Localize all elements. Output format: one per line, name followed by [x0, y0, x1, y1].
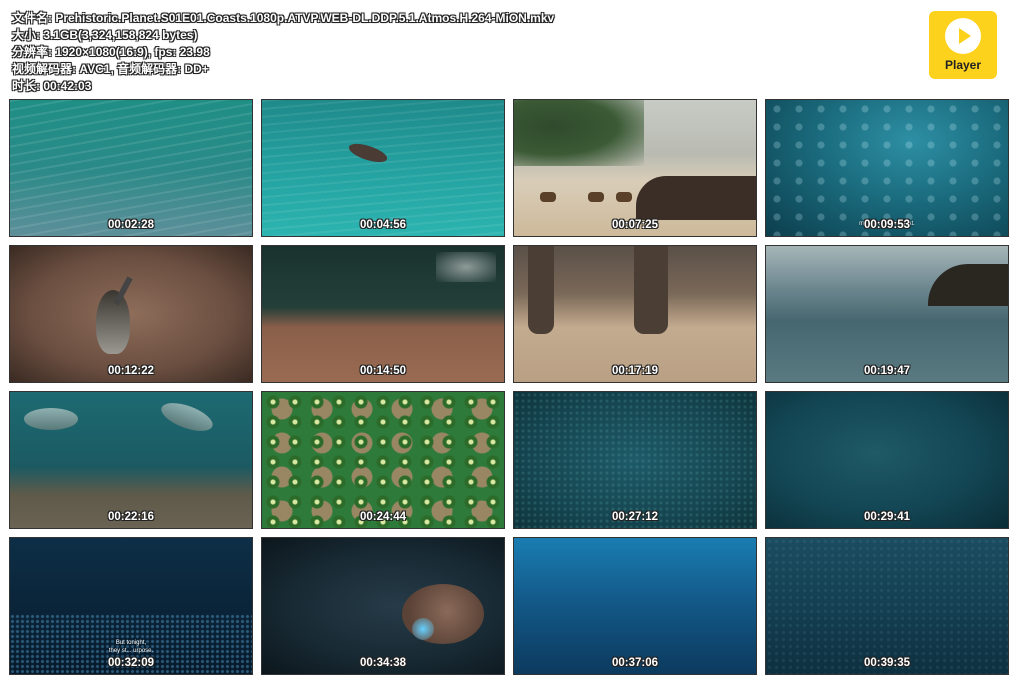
timestamp: 00:19:47 — [863, 365, 911, 377]
thumbnail: But tonight, they st... urpose. 00:32:09 — [9, 537, 253, 675]
leg — [528, 246, 554, 334]
timestamp: 00:29:41 — [863, 511, 911, 523]
timestamp: 00:09:53 — [863, 219, 911, 231]
thumbnail: 00:02:28 — [9, 99, 253, 237]
logo-label: Player — [944, 58, 982, 72]
island — [928, 264, 1008, 306]
thumbnail: makes th... d habitat. 00:09:53 — [765, 99, 1009, 237]
file-info-header: 文件名: Prehistoric.Planet.S01E01.Coasts.10… — [12, 10, 554, 95]
subtitle: they st... urpose. — [108, 648, 154, 654]
size-line: 大小: 3.1GB(3,324,158,824 bytes) — [12, 28, 198, 42]
timestamp: 00:17:19 — [611, 365, 659, 377]
timestamp: 00:32:09 — [107, 657, 155, 669]
subtitle: But tonight, — [115, 640, 147, 646]
thumbnail-grid: 00:02:28 00:04:56 00:07:25 makes th... d… — [9, 99, 1009, 675]
thumbnail: 00:37:06 — [513, 537, 757, 675]
resolution-line: 分辨率: 1920×1080(16:9), fps: 23.98 — [12, 45, 210, 59]
timestamp: 00:02:28 — [107, 219, 155, 231]
swimming-creature — [346, 140, 390, 166]
thumbnail: 00:29:41 — [765, 391, 1009, 529]
timestamp: 00:39:35 — [863, 657, 911, 669]
forest — [514, 100, 644, 166]
thumbnail: 00:04:56 — [261, 99, 505, 237]
timestamp: 00:37:06 — [611, 657, 659, 669]
timestamp: 00:22:16 — [107, 511, 155, 523]
dolphin — [157, 397, 217, 437]
timestamp: 00:24:44 — [359, 511, 407, 523]
timestamp: 00:12:22 — [107, 365, 155, 377]
thumbnail: 00:24:44 — [261, 391, 505, 529]
thumbnail: 00:39:35 — [765, 537, 1009, 675]
animal — [616, 192, 632, 202]
dolphin — [24, 408, 78, 430]
thumbnail: 00:07:25 — [513, 99, 757, 237]
animal — [540, 192, 556, 202]
timestamp: 00:34:38 — [359, 657, 407, 669]
play-icon — [945, 18, 981, 54]
timestamp: 00:07:25 — [611, 219, 659, 231]
codec-line: 视频解码器: AVC1, 音频解码器: DD+ — [12, 62, 209, 76]
timestamp: 00:04:56 — [359, 219, 407, 231]
bioluminescence — [412, 618, 434, 640]
timestamp: 00:27:12 — [611, 511, 659, 523]
animal — [588, 192, 604, 202]
rock — [636, 176, 756, 220]
bird — [96, 290, 130, 354]
thumbnail: 00:17:19 — [513, 245, 757, 383]
thumbnail: 00:22:16 — [9, 391, 253, 529]
thumbnail: 00:27:12 — [513, 391, 757, 529]
timestamp: 00:14:50 — [359, 365, 407, 377]
duration-line: 时长: 00:42:03 — [12, 79, 92, 93]
thumbnail: 00:19:47 — [765, 245, 1009, 383]
player-logo: Player — [929, 11, 997, 79]
thumbnail: 00:34:38 — [261, 537, 505, 675]
thumbnail: 00:14:50 — [261, 245, 505, 383]
thumbnail: 00:12:22 — [9, 245, 253, 383]
filename-line: 文件名: Prehistoric.Planet.S01E01.Coasts.10… — [12, 11, 555, 25]
leg — [634, 246, 668, 334]
foam — [436, 252, 496, 282]
